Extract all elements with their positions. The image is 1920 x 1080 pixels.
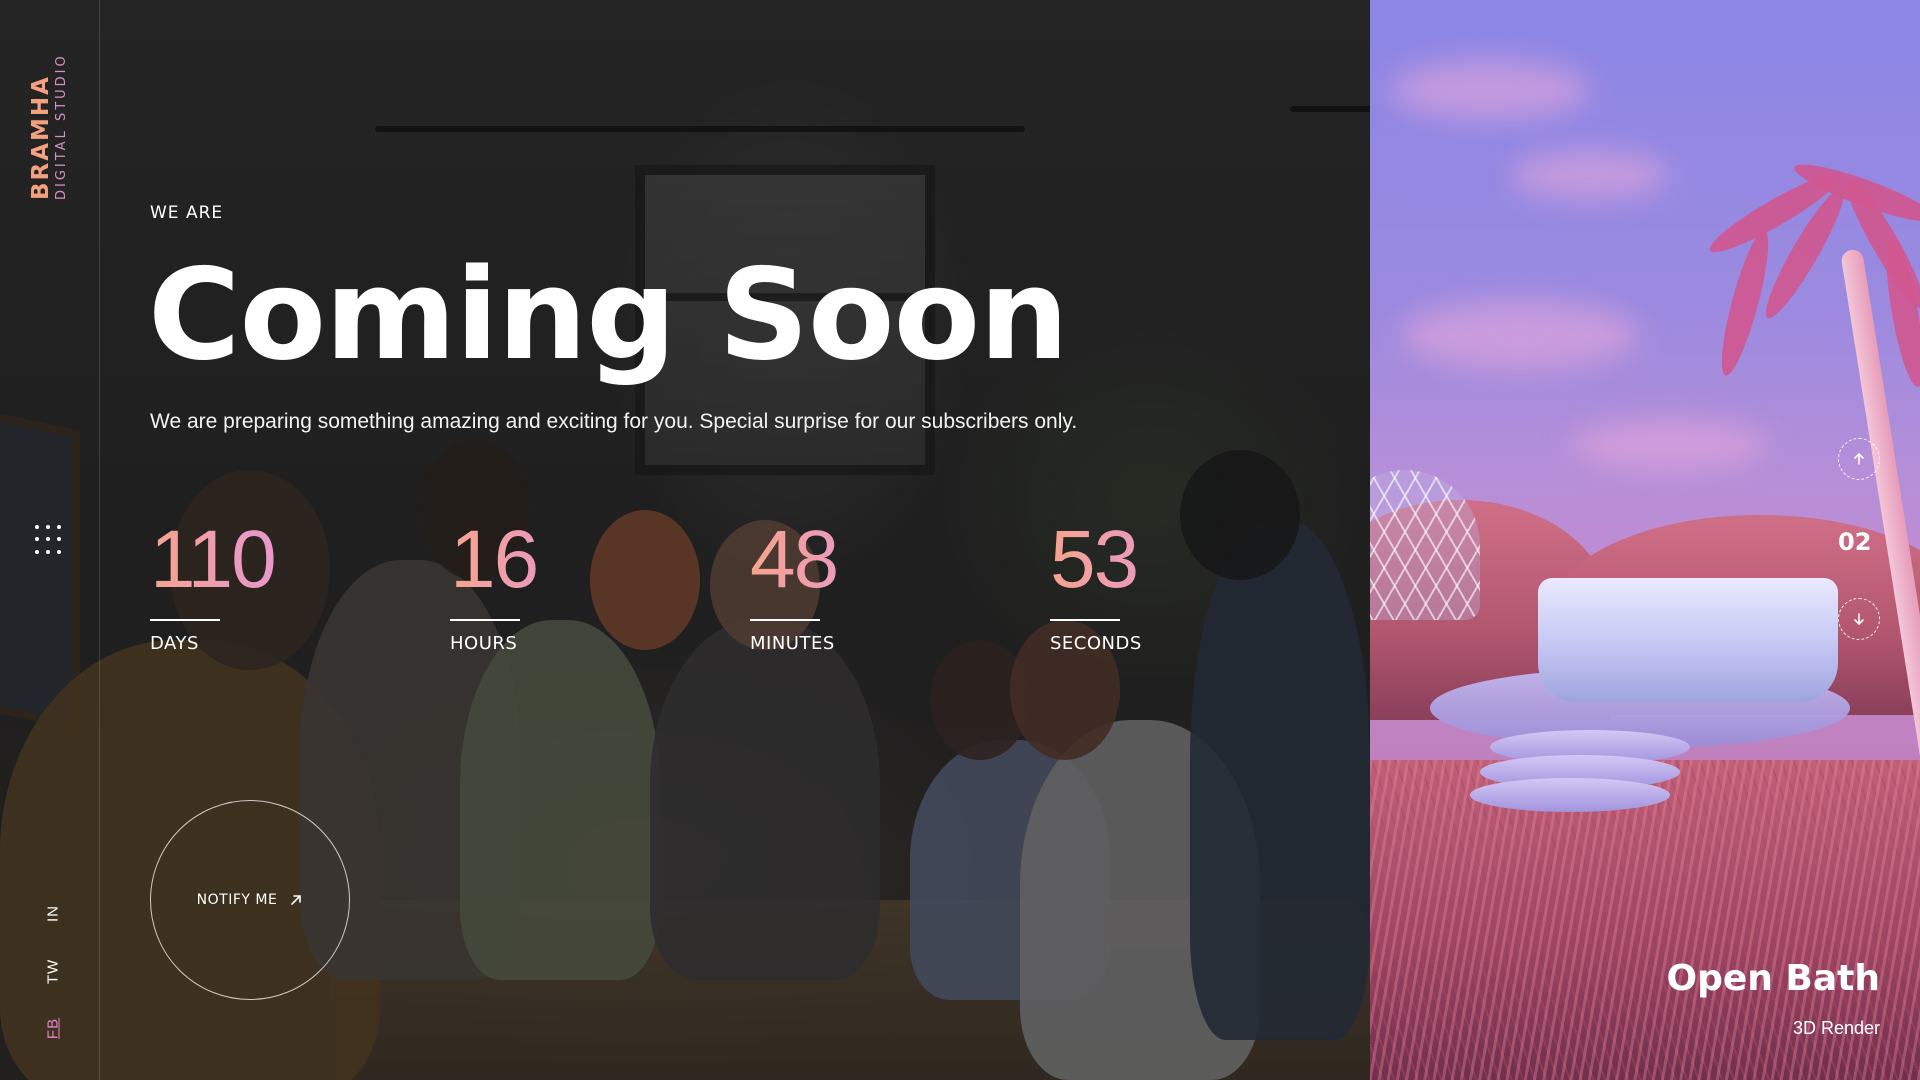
bathtub-render xyxy=(1538,578,1838,703)
render-panel: 02 Open Bath 3D Render xyxy=(1370,0,1920,1080)
hero-eyebrow: WE ARE xyxy=(150,203,224,223)
countdown-divider xyxy=(150,619,220,621)
slide-index: 02 xyxy=(1838,528,1872,556)
brand-name: BRAMHA xyxy=(28,75,54,200)
sidebar: BRAMHA DIGITAL STUDIO IN TW FB xyxy=(0,0,100,1080)
slider-prev-button[interactable] xyxy=(1838,438,1880,480)
countdown-value: 48 xyxy=(750,510,950,610)
countdown-label: MINUTES xyxy=(750,633,835,654)
notify-me-label: NOTIFY ME xyxy=(196,892,278,908)
countdown-divider xyxy=(750,619,820,621)
notify-me-button[interactable]: NOTIFY ME xyxy=(150,800,350,1000)
social-link-fb[interactable]: FB xyxy=(45,1014,62,1044)
slider-next-button[interactable] xyxy=(1838,598,1880,640)
countdown-label: SECONDS xyxy=(1050,633,1142,654)
render-title: Open Bath xyxy=(1666,958,1880,999)
geodesic-dome xyxy=(1370,470,1480,620)
hero-description: We are preparing something amazing and e… xyxy=(150,410,1078,433)
social-link-tw[interactable]: TW xyxy=(45,957,62,987)
page-title: Coming Soon xyxy=(148,241,1069,388)
countdown-label: DAYS xyxy=(150,633,199,654)
countdown: 110 DAYS 16 HOURS 48 MINUTES 53 SECONDS xyxy=(150,510,1210,660)
countdown-divider xyxy=(1050,619,1120,621)
countdown-seconds: 53 SECONDS xyxy=(1050,510,1250,654)
arrow-up-icon xyxy=(1854,452,1864,465)
countdown-days: 110 DAYS xyxy=(150,510,350,654)
countdown-value: 110 xyxy=(150,510,350,610)
countdown-minutes: 48 MINUTES xyxy=(750,510,950,654)
countdown-divider xyxy=(450,619,520,621)
social-link-in[interactable]: IN xyxy=(45,899,62,929)
countdown-value: 53 xyxy=(1050,510,1250,610)
arrow-down-icon xyxy=(1854,613,1864,626)
countdown-value: 16 xyxy=(450,510,650,610)
brand-logo[interactable]: BRAMHA DIGITAL STUDIO xyxy=(28,30,72,210)
dots-grid-icon[interactable] xyxy=(35,525,65,555)
countdown-hours: 16 HOURS xyxy=(450,510,650,654)
arrow-up-right-icon xyxy=(291,895,302,905)
brand-subtitle: DIGITAL STUDIO xyxy=(54,53,69,200)
render-subtitle: 3D Render xyxy=(1792,1018,1880,1038)
countdown-label: HOURS xyxy=(450,633,518,654)
